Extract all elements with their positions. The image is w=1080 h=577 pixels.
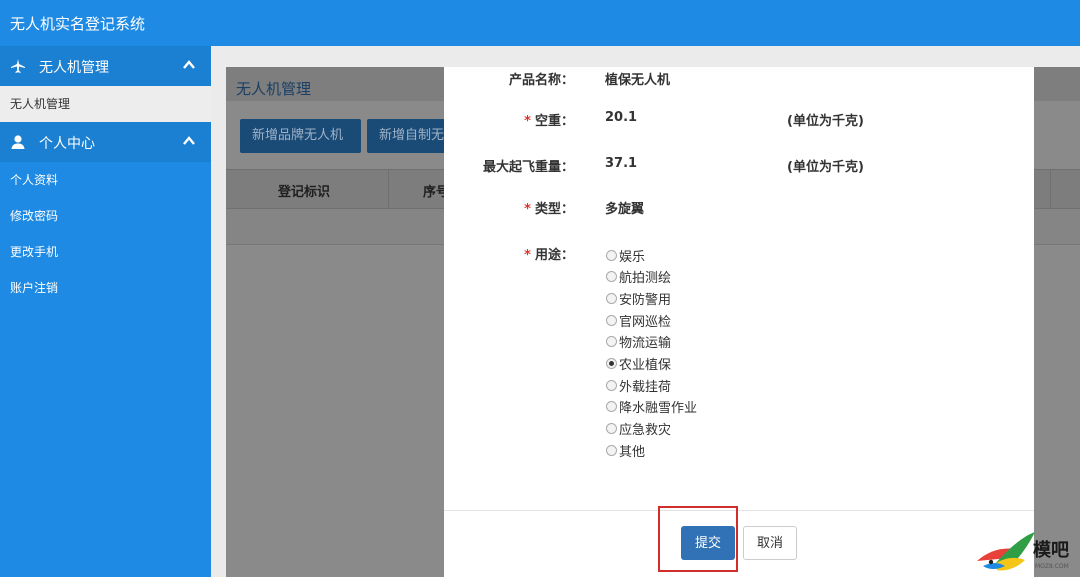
sidebar-item-change-password[interactable]: 修改密码 xyxy=(0,198,211,234)
radio-button[interactable] xyxy=(606,358,617,369)
usage-option-label: 物流运输 xyxy=(619,336,672,352)
form-row-usage: * 用途： xyxy=(444,244,1034,264)
watermark-text: 模吧 xyxy=(1033,539,1069,561)
usage-option-label: 其他 xyxy=(619,444,646,460)
required-marker: * xyxy=(524,114,531,129)
sidebar-group-label: 个人中心 xyxy=(39,136,95,152)
column-divider xyxy=(388,170,389,210)
usage-option[interactable]: 官网巡检 xyxy=(606,310,671,330)
empty-weight-label: * 空重： xyxy=(524,114,574,129)
airplane-icon xyxy=(11,59,25,73)
usage-option[interactable]: 娱乐 xyxy=(606,245,645,265)
registration-modal: 产品名称： 植保无人机 * 空重： 20.1 (单位为千克) 最大起飞重量： 37… xyxy=(444,67,1034,577)
max-takeoff-unit: (单位为千克) xyxy=(787,160,864,175)
usage-option-label: 官网巡检 xyxy=(619,314,672,330)
column-divider xyxy=(1050,170,1051,210)
radio-button[interactable] xyxy=(606,444,617,456)
submit-highlight-annotation xyxy=(658,506,738,572)
add-brand-drone-button[interactable]: 新增品牌无人机 xyxy=(240,119,361,153)
form-row-empty-weight: * 空重： 20.1 (单位为千克) xyxy=(444,110,1034,130)
sidebar-item-drone-management[interactable]: 无人机管理 xyxy=(0,86,211,122)
product-name-value: 植保无人机 xyxy=(605,73,671,88)
required-marker: * xyxy=(524,202,531,217)
chevron-up-icon[interactable] xyxy=(183,59,195,71)
radio-button[interactable] xyxy=(606,271,617,283)
type-value: 多旋翼 xyxy=(605,202,645,217)
empty-weight-unit: (单位为千克) xyxy=(787,114,864,129)
max-takeoff-value: 37.1 xyxy=(605,156,638,171)
radio-button[interactable] xyxy=(606,423,617,435)
radio-button[interactable] xyxy=(606,401,617,413)
sidebar-item-close-account[interactable]: 账户注销 xyxy=(0,270,211,306)
user-icon xyxy=(11,135,25,149)
usage-option-label: 应急救灾 xyxy=(619,423,672,439)
usage-option[interactable]: 应急救灾 xyxy=(606,419,671,439)
top-bar: 无人机实名登记系统 xyxy=(0,0,1080,46)
usage-label: * 用途： xyxy=(524,248,574,263)
cancel-button[interactable]: 取消 xyxy=(743,526,797,560)
radio-button[interactable] xyxy=(606,249,617,261)
sidebar-item-profile[interactable]: 个人资料 xyxy=(0,162,211,198)
moz8-logo: 模吧 MOZ8.COM xyxy=(977,532,1069,571)
usage-option-label: 外载挂荷 xyxy=(619,379,672,395)
usage-option[interactable]: 安防警用 xyxy=(606,288,671,308)
max-takeoff-label: 最大起飞重量： xyxy=(482,160,574,175)
sidebar-group-label: 无人机管理 xyxy=(39,60,109,76)
sidebar-group-drone[interactable]: 无人机管理 xyxy=(0,46,211,86)
sidebar-item-change-phone[interactable]: 更改手机 xyxy=(0,234,211,270)
radio-button[interactable] xyxy=(606,314,617,326)
form-row-type: * 类型： 多旋翼 xyxy=(444,198,1034,218)
empty-weight-value: 20.1 xyxy=(605,110,638,125)
usage-option[interactable]: 物流运输 xyxy=(606,332,671,352)
radio-button[interactable] xyxy=(606,336,617,348)
usage-option[interactable]: 航拍测绘 xyxy=(606,267,671,287)
panel-title: 无人机管理 xyxy=(236,80,312,98)
form-row-product-name: 产品名称： 植保无人机 xyxy=(444,69,1034,89)
column-header: 登记标识 xyxy=(278,185,331,200)
chevron-up-icon[interactable] xyxy=(183,135,195,147)
required-marker: * xyxy=(524,248,531,263)
type-label: * 类型： xyxy=(524,202,574,217)
usage-option-label: 航拍测绘 xyxy=(619,271,672,287)
usage-option[interactable]: 农业植保 xyxy=(606,354,671,374)
usage-option-label: 降水融雪作业 xyxy=(619,401,698,417)
watermark-subtext: MOZ8.COM xyxy=(1035,563,1069,570)
radio-button[interactable] xyxy=(606,379,617,391)
usage-option[interactable]: 其他 xyxy=(606,440,645,460)
usage-option-label: 安防警用 xyxy=(619,292,672,308)
usage-option[interactable]: 外载挂荷 xyxy=(606,375,671,395)
usage-option-label: 农业植保 xyxy=(619,358,672,373)
usage-option[interactable]: 降水融雪作业 xyxy=(606,397,697,417)
usage-option-label: 娱乐 xyxy=(619,249,646,265)
modal-footer-divider xyxy=(444,510,1034,511)
product-name-label: 产品名称： xyxy=(508,73,574,88)
sidebar: 无人机管理 无人机管理 个人中心 个人资料 修改密码 更改手机 账户注销 xyxy=(0,46,211,577)
sidebar-group-personal[interactable]: 个人中心 xyxy=(0,122,211,162)
radio-button[interactable] xyxy=(606,292,617,304)
add-custom-drone-button[interactable]: 新增自制无 xyxy=(367,119,447,153)
app-title: 无人机实名登记系统 xyxy=(10,15,146,33)
form-row-max-takeoff: 最大起飞重量： 37.1 (单位为千克) xyxy=(444,156,1034,176)
